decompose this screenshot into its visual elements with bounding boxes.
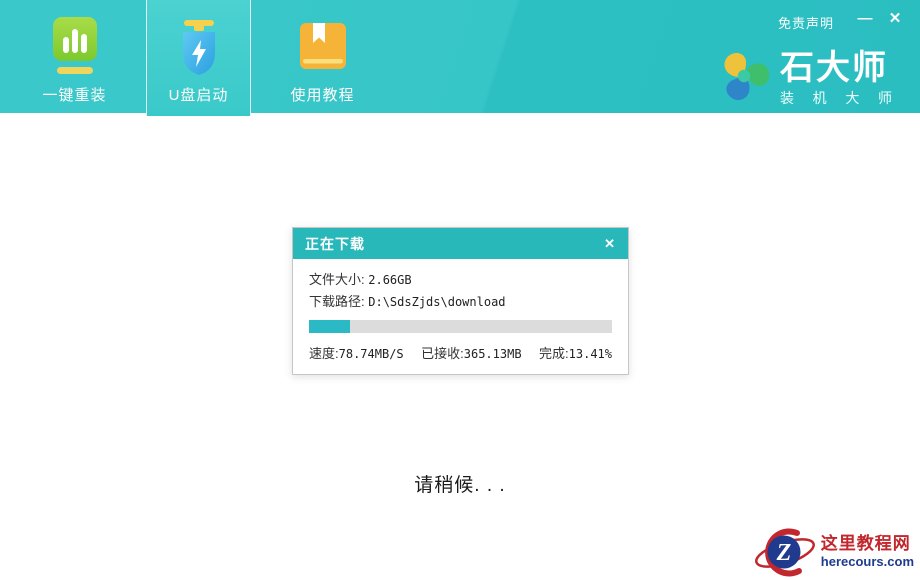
file-size-value: 2.66GB (368, 273, 411, 287)
dialog-title: 正在下载 (305, 234, 365, 254)
brand-title: 石大师 (780, 50, 892, 86)
brand-logo: 石大师 装机大师 (718, 48, 892, 109)
received-stat: 已接收:365.13MB (421, 343, 521, 362)
tab-tutorial[interactable]: 使用教程 (270, 0, 375, 113)
download-stats-row: 速度:78.74MB/S 已接收:365.13MB 完成:13.41% (309, 343, 612, 362)
speed-stat: 速度:78.74MB/S (309, 343, 404, 362)
dialog-body: 文件大小: 2.66GB 下载路径: D:\SdsZjds\download 速… (293, 259, 628, 374)
tab-onekey-reinstall[interactable]: 一键重装 (22, 0, 127, 113)
download-dialog: 正在下载 ✕ 文件大小: 2.66GB 下载路径: D:\SdsZjds\dow… (292, 227, 629, 375)
minimize-button[interactable]: — (854, 8, 876, 30)
app-window: 一键重装 U盘启动 (0, 0, 920, 580)
book-icon (299, 12, 347, 86)
download-path-value: D:\SdsZjds\download (368, 295, 505, 309)
swirl-logo-icon (718, 48, 770, 109)
progress-bar-fill (309, 320, 350, 333)
header: 一键重装 U盘启动 (0, 0, 920, 113)
please-wait-text: 请稍候. . . (0, 470, 920, 497)
tab-label: U盘启动 (169, 84, 229, 105)
usb-shield-icon (175, 12, 223, 86)
tab-label: 一键重装 (42, 84, 106, 105)
watermark-logo-icon: Z (753, 526, 819, 578)
site-watermark: Z 这里教程网 herecours.com (753, 526, 918, 578)
chart-bars-icon (51, 12, 99, 86)
download-path-label: 下载路径: (309, 294, 365, 309)
file-size-row: 文件大小: 2.66GB (309, 269, 612, 291)
brand-subtitle: 装机大师 (780, 88, 892, 108)
watermark-letter: Z (775, 540, 791, 566)
done-stat: 完成:13.41% (539, 343, 612, 362)
download-path-row: 下载路径: D:\SdsZjds\download (309, 291, 612, 313)
progress-bar-track (309, 320, 612, 333)
disclaimer-link[interactable]: 免责声明 (778, 13, 834, 32)
watermark-site-name: 这里教程网 (821, 534, 914, 554)
tab-label: 使用教程 (290, 84, 354, 105)
close-button[interactable]: ✕ (884, 8, 906, 30)
watermark-site-url: herecours.com (821, 554, 914, 570)
dialog-close-icon[interactable]: ✕ (604, 236, 616, 252)
tab-usb-boot[interactable]: U盘启动 (146, 0, 251, 116)
dialog-titlebar[interactable]: 正在下载 ✕ (293, 228, 628, 259)
file-size-label: 文件大小: (309, 272, 365, 287)
